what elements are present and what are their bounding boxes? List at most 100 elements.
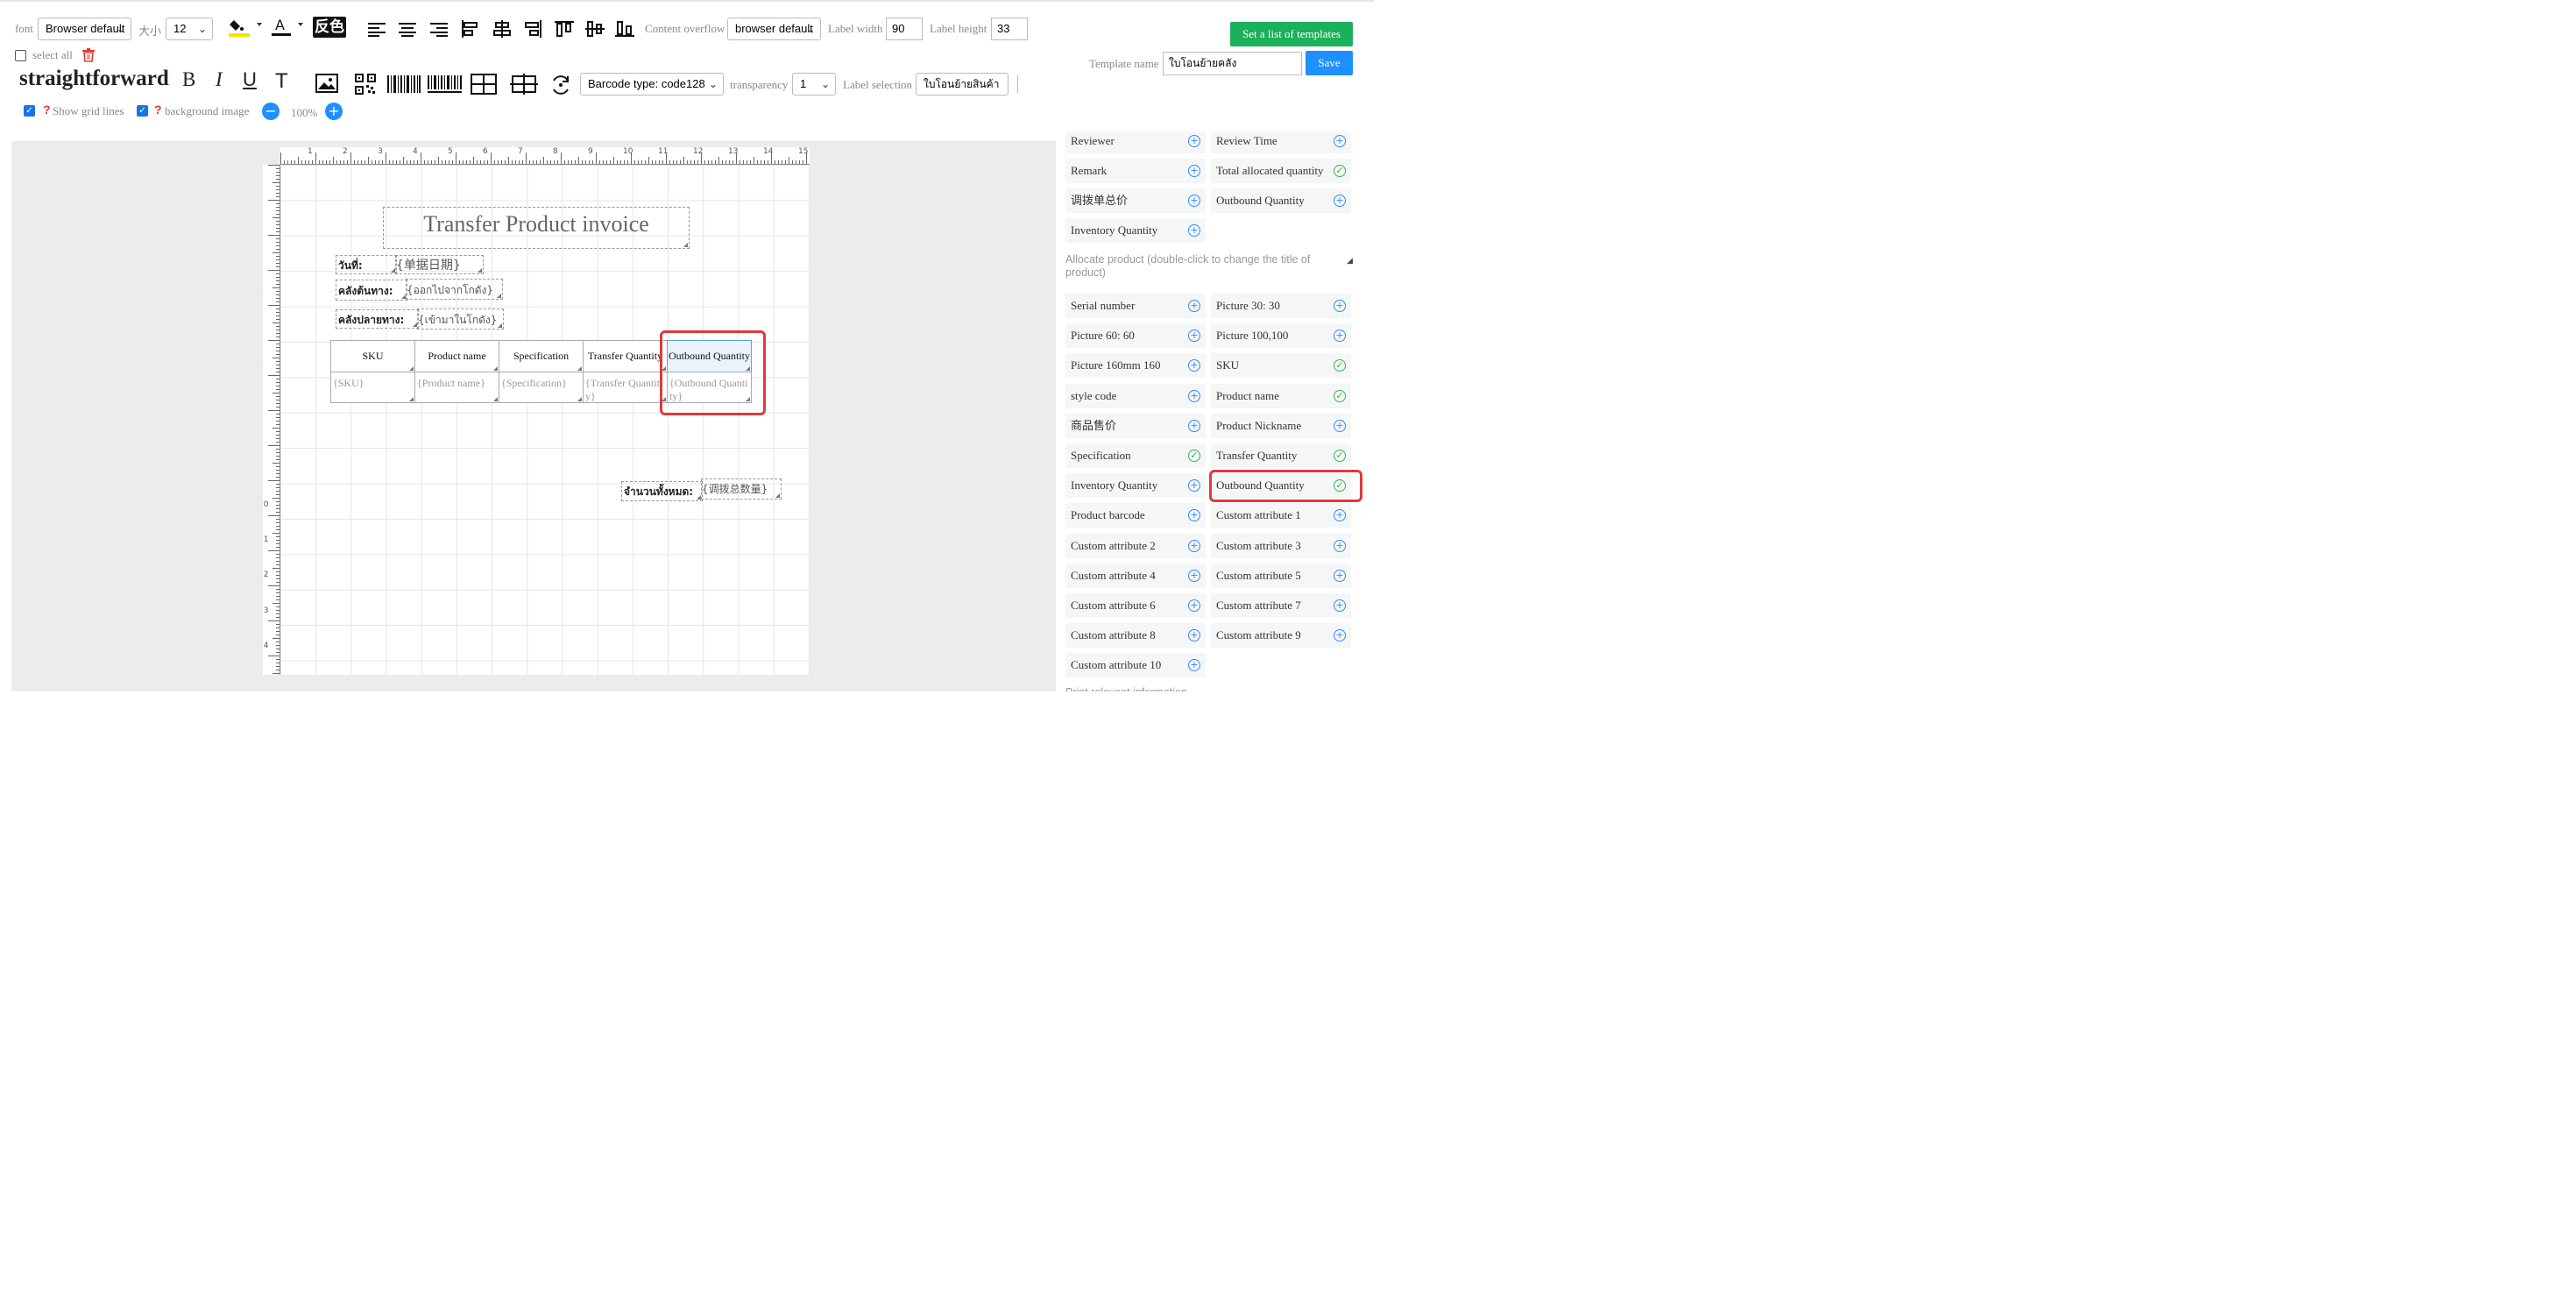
align-obj-middle-button[interactable] [584, 18, 605, 39]
plus-circle-icon[interactable]: + [1188, 569, 1200, 582]
set-templates-button[interactable]: Set a list of templates [1230, 22, 1353, 46]
table-header-cell[interactable]: Product name [414, 340, 499, 372]
text-style-label[interactable]: straightforward [19, 67, 169, 91]
table-header-cell[interactable]: Transfer Quantity [583, 340, 668, 372]
size-select[interactable]: 12 ⌄ [166, 18, 213, 40]
resize-handle[interactable] [683, 243, 688, 247]
section-title[interactable]: Allocate product (double-click to change… [1065, 253, 1328, 280]
plus-circle-icon[interactable]: + [1188, 359, 1200, 372]
align-obj-top-button[interactable] [554, 18, 575, 39]
table-header-cell[interactable]: Specification [499, 340, 584, 372]
field-item[interactable]: Picture 30: 30 + [1211, 294, 1351, 318]
to-value-field[interactable]: {เข้ามาในโกดัง} [417, 308, 504, 330]
field-item[interactable]: Review Time + [1211, 131, 1351, 153]
plus-circle-icon[interactable]: + [1188, 195, 1200, 207]
resize-handle[interactable] [497, 294, 501, 298]
bold-button[interactable]: B [182, 68, 195, 91]
template-name-input[interactable]: ใบโอนย้ายคลัง [1163, 52, 1302, 75]
field-item[interactable]: Inventory Quantity + [1065, 473, 1206, 499]
total-label-field[interactable]: จำนวนทั้งหมด: [621, 481, 703, 501]
insert-barcode-button[interactable] [386, 74, 421, 95]
plus-circle-icon[interactable]: + [1334, 509, 1346, 522]
plus-circle-icon[interactable]: + [1188, 135, 1200, 147]
align-obj-center-button[interactable] [492, 18, 513, 39]
show-grid-checkbox[interactable]: ✓ [24, 105, 35, 117]
insert-barcode-text-button[interactable] [427, 74, 464, 95]
field-item[interactable]: Custom attribute 7 + [1211, 593, 1351, 618]
field-item[interactable]: Custom attribute 4 + [1065, 563, 1206, 588]
font-select[interactable]: Browser default ⌄ [38, 18, 131, 40]
align-right-button[interactable] [428, 18, 449, 39]
align-obj-bottom-button[interactable] [614, 18, 635, 39]
field-item[interactable]: Reviewer + [1065, 131, 1206, 153]
transparency-select[interactable]: 1 ⌄ [792, 73, 836, 96]
plus-circle-icon[interactable]: + [1188, 599, 1200, 612]
field-item[interactable]: Custom attribute 10 + [1065, 653, 1206, 678]
plus-circle-icon[interactable]: + [1188, 165, 1200, 177]
date-value-field[interactable]: {单据日期} [395, 255, 484, 274]
total-value-field[interactable]: {调拨总数量} [701, 478, 782, 500]
plus-circle-icon[interactable]: + [1334, 135, 1346, 147]
text-element-button[interactable]: T [275, 69, 288, 94]
field-item[interactable]: 商品售价 + [1065, 413, 1206, 438]
plus-circle-icon[interactable]: + [1334, 539, 1346, 552]
plus-circle-icon[interactable]: + [1188, 330, 1200, 343]
plus-circle-icon[interactable]: + [1334, 629, 1346, 642]
field-item[interactable]: Custom attribute 2 + [1065, 533, 1206, 558]
from-value-field[interactable]: {ออกไปจากโกดัง} [406, 279, 503, 300]
plus-circle-icon[interactable]: + [1334, 330, 1346, 343]
align-obj-right-button[interactable] [522, 18, 543, 39]
insert-table-button[interactable] [471, 73, 497, 96]
delete-button[interactable] [81, 47, 96, 63]
field-item[interactable]: Remark + [1065, 159, 1206, 183]
underline-button[interactable]: U [243, 68, 257, 91]
check-circle-icon[interactable]: ✓ [1334, 450, 1346, 462]
field-item[interactable]: Custom attribute 3 + [1211, 533, 1351, 558]
field-item[interactable]: Picture 100,100 + [1211, 323, 1351, 349]
title-field[interactable]: Transfer Product invoice [383, 207, 690, 249]
field-item[interactable]: Picture 60: 60 + [1065, 323, 1206, 349]
resize-handle[interactable] [498, 323, 502, 328]
align-center-button[interactable] [397, 18, 418, 39]
check-circle-icon[interactable]: ✓ [1334, 165, 1346, 177]
zoom-in-button[interactable]: + [325, 103, 343, 120]
plus-circle-icon[interactable]: + [1188, 539, 1200, 552]
plus-circle-icon[interactable]: + [1334, 569, 1346, 582]
insert-qrcode-button[interactable] [354, 73, 377, 96]
zoom-out-button[interactable]: − [262, 103, 280, 120]
rotate-button[interactable] [548, 73, 573, 97]
plus-circle-icon[interactable]: + [1188, 509, 1200, 522]
plus-circle-icon[interactable]: + [1188, 224, 1200, 237]
to-label-field[interactable]: คลังปลายทาง: [336, 309, 419, 329]
background-image-checkbox[interactable]: ✓ [137, 105, 148, 117]
field-item[interactable]: Transfer Quantity ✓ [1211, 443, 1351, 468]
plus-circle-icon[interactable]: + [1188, 300, 1200, 312]
field-item[interactable]: Outbound Quantity + [1211, 188, 1351, 213]
field-item[interactable]: Total allocated quantity ✓ [1211, 159, 1351, 183]
field-item[interactable]: SKU ✓ [1211, 353, 1351, 379]
section-title[interactable]: Print relevant information [1065, 686, 1187, 691]
resize-handle[interactable] [409, 397, 414, 401]
invert-color-button[interactable]: 反色 [313, 17, 346, 38]
label-width-input[interactable]: 90 [886, 18, 923, 40]
date-label-field[interactable]: วันที่: [336, 255, 397, 274]
align-left-button[interactable] [366, 18, 387, 39]
table-body-cell[interactable]: {SKU} [330, 372, 415, 403]
plus-circle-icon[interactable]: + [1188, 479, 1200, 493]
field-item[interactable]: Custom attribute 5 + [1211, 563, 1351, 588]
resize-handle[interactable] [577, 397, 582, 401]
align-obj-left-button[interactable] [460, 18, 481, 39]
fill-color-button[interactable] [226, 15, 265, 39]
field-item[interactable]: style code + [1065, 383, 1206, 408]
insert-image-button[interactable] [315, 72, 339, 95]
field-item[interactable]: Picture 160mm 160 + [1065, 353, 1206, 379]
from-label-field[interactable]: คลังต้นทาง: [336, 280, 407, 301]
field-item[interactable]: 调拨单总价 + [1065, 188, 1206, 213]
collapse-caret-icon[interactable]: ◢ [1347, 254, 1353, 267]
check-circle-icon[interactable]: ✓ [1334, 389, 1346, 402]
check-circle-icon[interactable]: ✓ [1188, 450, 1200, 462]
field-item[interactable]: Product barcode + [1065, 503, 1206, 528]
resize-handle[interactable] [493, 366, 498, 371]
table-header-cell[interactable]: SKU [330, 340, 415, 372]
plus-circle-icon[interactable]: + [1188, 389, 1200, 402]
